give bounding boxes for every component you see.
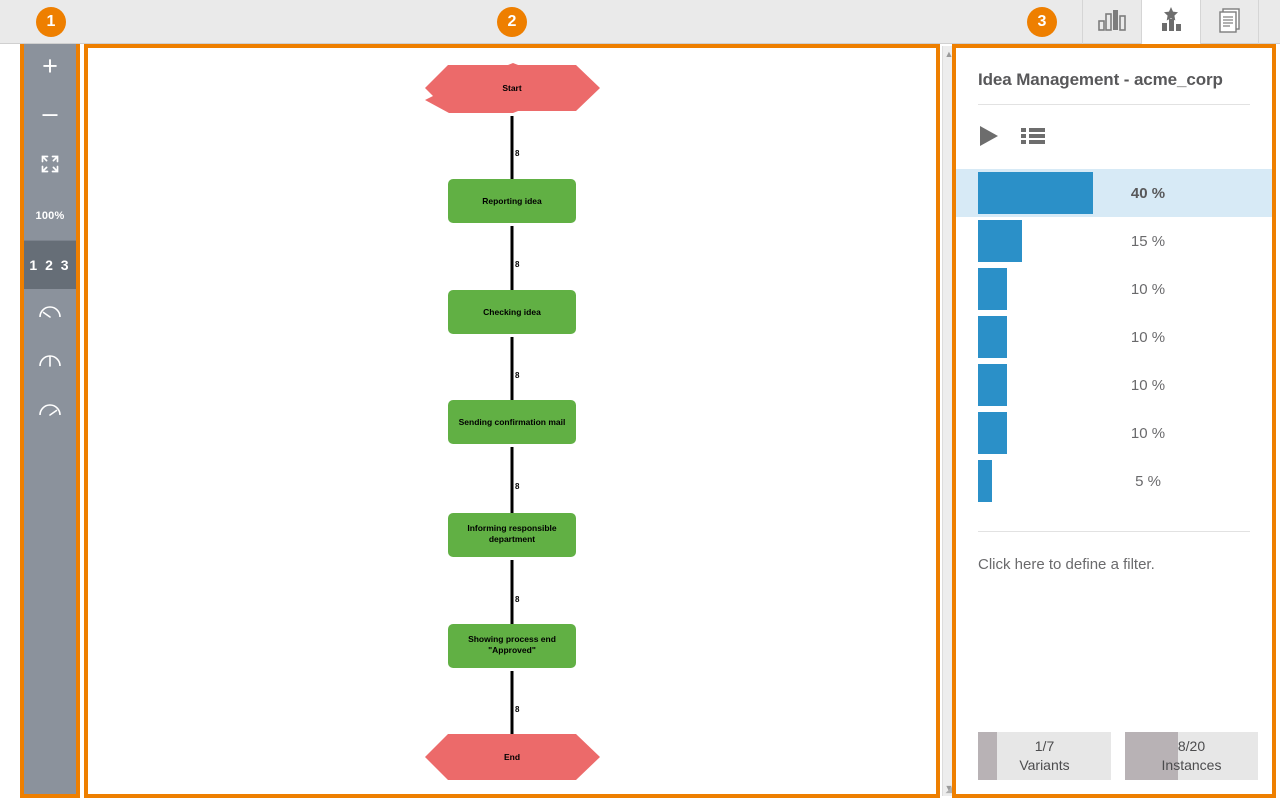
variants-panel-highlight-frame: Idea Management - acme_corp 40 % 15 % 10… [952, 44, 1276, 798]
node-sending-confirmation-mail[interactable]: Sending confirmation mail [448, 400, 576, 444]
edge-label: 8 [515, 705, 520, 714]
process-canvas-highlight-frame: 8 8 8 8 8 8 Start Reporting idea Checkin… [84, 44, 940, 798]
node-start[interactable]: Start [425, 63, 600, 113]
application-window: 1 2 3 + – 100% 1 2 3 8 8 8 8 8 8 Start R… [0, 0, 1280, 798]
variant-row[interactable]: 10 % [956, 265, 1272, 313]
node-label-line2: department [489, 534, 535, 544]
variant-percentage: 10 % [1130, 280, 1166, 298]
top-toolbar: 1 2 3 [0, 0, 1280, 44]
edge-label: 8 [515, 260, 520, 269]
variant-bar-list: 40 % 15 % 10 % 10 % 10 % 10 % 5 % [956, 169, 1272, 505]
zoom-level-label[interactable]: 100% [24, 191, 76, 240]
tab-process-analytics[interactable] [1082, 0, 1141, 44]
title-divider [978, 104, 1250, 105]
variant-row[interactable]: 15 % [956, 217, 1272, 265]
zoom-in-button[interactable]: + [24, 44, 76, 93]
variant-list-button[interactable] [1020, 125, 1046, 152]
variant-bar [978, 172, 1093, 214]
play-button[interactable] [978, 124, 1000, 153]
node-label: Reporting idea [482, 196, 542, 206]
fit-to-screen-button[interactable] [24, 142, 76, 191]
gauge-mid-icon [38, 351, 62, 374]
list-icon [1020, 125, 1046, 152]
absolute-frequency-button[interactable]: 1 2 3 [24, 241, 76, 289]
fit-screen-icon [40, 154, 60, 179]
variant-percentage: 10 % [1130, 376, 1166, 394]
gauge-high-button[interactable] [24, 387, 76, 436]
gauge-mid-button[interactable] [24, 338, 76, 387]
variants-stat-caption: Variants [1019, 757, 1070, 773]
documents-icon [1216, 7, 1244, 38]
gauge-high-icon [38, 400, 62, 423]
edge-label: 8 [515, 149, 520, 158]
node-label: End [504, 752, 520, 762]
variant-bar [978, 268, 1007, 310]
variant-row[interactable]: 5 % [956, 457, 1272, 505]
node-label-line1: Informing responsible [467, 523, 557, 533]
callout-badge-1: 1 [36, 7, 66, 37]
process-graph: 8 8 8 8 8 8 Start Reporting idea Checkin… [425, 63, 600, 780]
variant-percentage: 5 % [1135, 472, 1161, 490]
variant-bar [978, 412, 1007, 454]
variants-stat-button[interactable]: 1/7 Variants [978, 732, 1111, 780]
node-informing-responsible-department[interactable]: Informing responsible department [448, 513, 576, 557]
variant-percentage: 40 % [1130, 184, 1166, 202]
bar-chart-icon [1097, 8, 1127, 37]
gauge-low-icon [38, 302, 62, 325]
node-label: Sending confirmation mail [459, 417, 566, 427]
variant-bar [978, 220, 1022, 262]
edge-label: 8 [515, 595, 520, 604]
node-label-line2: "Approved" [488, 645, 536, 655]
node-checking-idea[interactable]: Checking idea [448, 290, 576, 334]
node-label: Start [502, 83, 522, 93]
zoom-out-button[interactable]: – [24, 93, 76, 142]
variants-panel: Idea Management - acme_corp 40 % 15 % 10… [956, 48, 1272, 794]
filter-divider [978, 531, 1250, 532]
bar-chart-star-icon [1156, 6, 1186, 38]
process-canvas[interactable]: 8 8 8 8 8 8 Start Reporting idea Checkin… [88, 48, 936, 794]
tab-documents[interactable] [1200, 0, 1259, 44]
variant-percentage: 10 % [1130, 328, 1166, 346]
instances-stat-value: 8/20 [1177, 738, 1206, 755]
node-showing-process-end[interactable]: Showing process end "Approved" [448, 624, 576, 668]
variant-row[interactable]: 10 % [956, 409, 1272, 457]
left-toolbar: + – 100% 1 2 3 [24, 44, 76, 794]
play-icon [978, 124, 1000, 153]
variant-row[interactable]: 40 % [956, 169, 1272, 217]
node-label-line1: Showing process end [468, 634, 556, 644]
variants-stat-text: 1/7 Variants [978, 732, 1111, 780]
edge-label: 8 [515, 482, 520, 491]
instances-stat-button[interactable]: 8/20 Instances [1125, 732, 1258, 780]
variant-row[interactable]: 10 % [956, 313, 1272, 361]
callout-badge-2: 2 [497, 7, 527, 37]
variant-percentage: 15 % [1130, 232, 1166, 250]
node-reporting-idea[interactable]: Reporting idea [448, 179, 576, 223]
node-end[interactable]: End [425, 734, 600, 780]
edge-label: 8 [515, 371, 520, 380]
variants-stat-value: 1/7 [1034, 738, 1055, 755]
callout-badge-3: 3 [1027, 7, 1057, 37]
variant-bar [978, 316, 1007, 358]
gauge-low-button[interactable] [24, 289, 76, 338]
variant-percentage: 10 % [1130, 424, 1166, 442]
instances-stat-caption: Instances [1161, 757, 1222, 773]
tab-process-variants[interactable] [1141, 0, 1200, 44]
variant-bar [978, 364, 1007, 406]
variant-bar [978, 460, 992, 502]
define-filter-link[interactable]: Click here to define a filter. [978, 556, 1250, 573]
variant-row[interactable]: 10 % [956, 361, 1272, 409]
node-label: Checking idea [483, 307, 541, 317]
panel-action-icons [978, 123, 1272, 153]
page-title: Idea Management - acme_corp [978, 70, 1223, 89]
panel-footer: 1/7 Variants 8/20 Instances [978, 732, 1258, 780]
instances-stat-text: 8/20 Instances [1125, 732, 1258, 780]
